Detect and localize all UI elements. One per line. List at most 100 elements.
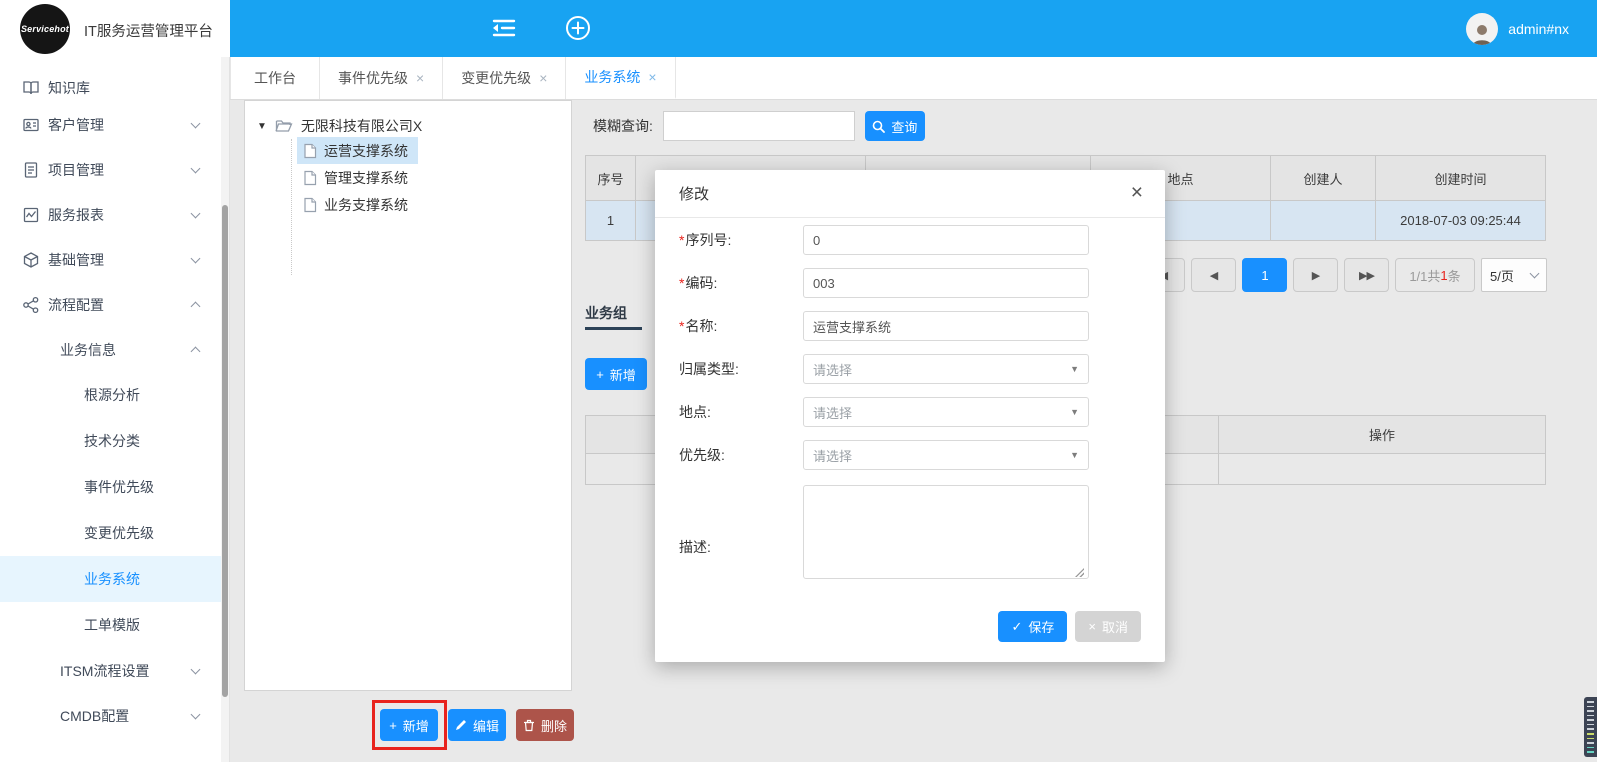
chevron-down-icon — [191, 710, 201, 720]
search-input[interactable] — [663, 111, 855, 141]
collapse-sidebar-icon[interactable] — [490, 14, 518, 42]
add-button[interactable]: +新增 — [380, 709, 438, 741]
scroll-indicator-widget — [1584, 697, 1597, 757]
file-icon — [303, 170, 317, 186]
plus-icon: + — [389, 718, 397, 733]
description-textarea[interactable] — [803, 485, 1089, 579]
field-label: 描述: — [679, 537, 779, 557]
sidebar-item-project-mgmt[interactable]: 项目管理 — [0, 147, 229, 192]
sidebar-item-ticket-template[interactable]: 工单模版 — [0, 602, 229, 648]
tree-node-label: 运营支撑系统 — [324, 141, 408, 161]
save-button[interactable]: ✓保存 — [998, 611, 1067, 642]
id-card-icon — [22, 116, 40, 134]
search-button[interactable]: 查询 — [865, 111, 925, 141]
sidebar-item-label: 服务报表 — [48, 205, 104, 225]
sidebar-item-label: 技术分类 — [84, 431, 140, 451]
app-title: IT服务运营管理平台 — [84, 20, 213, 41]
business-group-title: 业务组 — [585, 303, 627, 323]
cancel-button[interactable]: ×取消 — [1075, 611, 1141, 642]
code-input[interactable] — [803, 268, 1089, 298]
tab-label: 业务系统 — [584, 67, 640, 87]
sidebar-item-cmdb-config[interactable]: CMDB配置 — [0, 693, 229, 738]
location-select[interactable]: 请选择▼ — [803, 397, 1089, 427]
chevron-up-icon — [191, 302, 201, 312]
sidebar-item-process-config[interactable]: 流程配置 — [0, 282, 229, 327]
tab-business-system[interactable]: 业务系统 × — [566, 57, 675, 99]
sidebar-item-business-system[interactable]: 业务系统 — [0, 556, 229, 602]
file-icon — [303, 197, 317, 213]
tree-expand-caret-icon[interactable]: ▼ — [257, 121, 267, 132]
user-avatar — [1466, 13, 1498, 45]
sidebar-scrollbar[interactable] — [221, 57, 229, 762]
tree-root-label: 无限科技有限公司X — [301, 116, 422, 136]
business-group-add-button[interactable]: +新增 — [585, 358, 647, 390]
sidebar-item-tech-category[interactable]: 技术分类 — [0, 418, 229, 464]
user-menu[interactable]: admin#nx — [1466, 0, 1569, 57]
close-tab-icon[interactable]: × — [648, 69, 656, 85]
chevron-down-icon — [191, 119, 201, 129]
sidebar-item-business-info[interactable]: 业务信息 — [0, 327, 229, 372]
page-size-select[interactable]: 5/页 — [1481, 258, 1547, 292]
type-select[interactable]: 请选择▼ — [803, 354, 1089, 384]
modal-footer: ✓保存 ×取消 — [998, 611, 1141, 642]
sidebar-item-label: ITSM流程设置 — [60, 661, 149, 681]
servicehot-logo: Servicehot — [20, 4, 70, 54]
sidebar-item-root-cause[interactable]: 根源分析 — [0, 372, 229, 418]
tree-node-business-support[interactable]: 业务支撑系统 — [297, 191, 418, 218]
edit-button[interactable]: 编辑 — [448, 709, 506, 741]
modal-header: 修改 × — [655, 170, 1165, 218]
sidebar-item-itsm-process[interactable]: ITSM流程设置 — [0, 648, 229, 693]
search-label: 模糊查询: — [593, 116, 653, 136]
tab-incident-priority[interactable]: 事件优先级 × — [320, 57, 443, 99]
chart-icon — [22, 206, 40, 224]
plus-icon: + — [596, 367, 604, 382]
search-icon — [872, 120, 885, 133]
sidebar-item-label: 变更优先级 — [84, 523, 154, 543]
sidebar-item-label: 工单模版 — [84, 615, 140, 635]
col-creator: 创建人 — [1271, 156, 1376, 201]
prev-page-button[interactable]: ◀ — [1191, 258, 1236, 292]
tree-action-buttons: +新增 编辑 删除 — [380, 709, 574, 741]
form-row-seq: *序列号: — [679, 225, 779, 255]
tree-root-node[interactable]: ▼ 无限科技有限公司X — [257, 113, 422, 139]
close-tab-icon[interactable]: × — [539, 70, 547, 86]
chevron-down-icon — [191, 164, 201, 174]
next-page-button[interactable]: ▶ — [1293, 258, 1338, 292]
tree-node-operation-support[interactable]: 运营支撑系统 — [297, 137, 418, 164]
sidebar-item-change-priority[interactable]: 变更优先级 — [0, 510, 229, 556]
sidebar-item-label: 根源分析 — [84, 385, 140, 405]
add-new-icon[interactable] — [564, 14, 592, 42]
tab-label: 事件优先级 — [338, 68, 408, 88]
sidebar-item-label: 知识库 — [48, 78, 90, 98]
required-mark: * — [679, 275, 684, 291]
sidebar-item-incident-priority[interactable]: 事件优先级 — [0, 464, 229, 510]
app-window: admin#nx Servicehot IT服务运营管理平台 知识库 客户管理 … — [0, 0, 1597, 762]
priority-select[interactable]: 请选择▼ — [803, 440, 1089, 470]
close-tab-icon[interactable]: × — [416, 70, 424, 86]
trash-icon — [523, 719, 535, 732]
sidebar-item-service-reports[interactable]: 服务报表 — [0, 192, 229, 237]
tab-change-priority[interactable]: 变更优先级 × — [443, 57, 566, 99]
chevron-down-icon — [1530, 268, 1540, 278]
tab-workbench[interactable]: 工作台 — [230, 57, 320, 99]
sidebar-item-basic-mgmt[interactable]: 基础管理 — [0, 237, 229, 282]
name-input[interactable] — [803, 311, 1089, 341]
page-number-button[interactable]: 1 — [1242, 258, 1287, 292]
sidebar-scrollbar-thumb[interactable] — [222, 205, 228, 697]
chevron-down-icon — [191, 665, 201, 675]
last-page-button[interactable]: ▶▶ — [1344, 258, 1389, 292]
seq-input[interactable] — [803, 225, 1089, 255]
delete-button[interactable]: 删除 — [516, 709, 574, 741]
required-mark: * — [679, 318, 684, 334]
check-icon: ✓ — [1011, 619, 1022, 635]
top-header-bar: admin#nx — [230, 0, 1597, 57]
modal-close-icon[interactable]: × — [1131, 182, 1143, 203]
form-row-priority: 优先级: 请选择▼ — [679, 440, 779, 470]
sidebar-item-customer-mgmt[interactable]: 客户管理 — [0, 102, 229, 147]
tree-node-management-support[interactable]: 管理支撑系统 — [297, 164, 418, 191]
field-label: 归属类型: — [679, 359, 779, 379]
username-text: admin#nx — [1508, 21, 1569, 37]
edit-modal: 修改 × *序列号: *编码: *名称: 归属类型: 请选择▼ 地点: 请选择▼… — [655, 170, 1165, 662]
book-icon — [22, 79, 40, 97]
dropdown-caret-icon: ▼ — [1070, 450, 1079, 460]
